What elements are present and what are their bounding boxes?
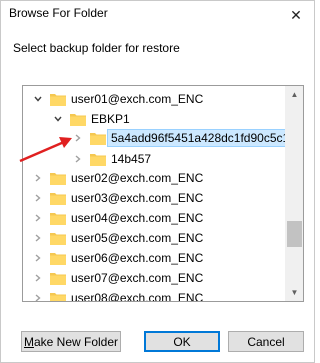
folder-icon xyxy=(50,211,66,225)
tree-item-user07[interactable]: user07@exch.com_ENC xyxy=(31,267,203,289)
folder-icon xyxy=(50,92,66,106)
browse-for-folder-dialog: Browse For Folder ✕ Select backup folder… xyxy=(0,0,315,363)
tree-item-user06[interactable]: user06@exch.com_ENC xyxy=(31,247,203,269)
tree-item-label: user01@exch.com_ENC xyxy=(71,92,204,106)
folder-icon xyxy=(90,152,106,166)
cancel-label: Cancel xyxy=(247,334,285,349)
tree-item-label: user04@exch.com_ENC xyxy=(71,211,204,225)
make-new-folder-label: Make New Folder xyxy=(23,334,119,349)
tree-item-user05[interactable]: user05@exch.com_ENC xyxy=(31,227,203,249)
chevron-down-icon[interactable] xyxy=(31,92,45,106)
tree-item-user01[interactable]: user01@exch.com_ENC xyxy=(31,88,203,110)
tree-item-user08[interactable]: user08@exch.com_ENC xyxy=(31,287,204,302)
tree-item-label: user03@exch.com_ENC xyxy=(71,191,204,205)
make-new-folder-button[interactable]: Make New Folder xyxy=(21,331,121,352)
scrollbar-thumb[interactable] xyxy=(287,221,302,247)
tree-item-label: user08@exch.com_ENC xyxy=(71,291,204,302)
tree-item-label: user02@exch.com_ENC xyxy=(71,171,204,185)
annotation-arrow-icon xyxy=(19,137,72,163)
chevron-right-icon[interactable] xyxy=(31,211,45,225)
chevron-right-icon[interactable] xyxy=(31,251,45,265)
tree-item-label: EBKP1 xyxy=(91,112,130,126)
scroll-up-icon[interactable]: ▲ xyxy=(286,86,303,103)
close-button[interactable]: ✕ xyxy=(278,1,314,29)
folder-icon xyxy=(70,112,86,126)
tree-item-label: user05@exch.com_ENC xyxy=(71,231,204,245)
tree-item-user03[interactable]: user03@exch.com_ENC xyxy=(31,187,203,209)
tree-item-5a4add96[interactable]: 5a4add96f5451a428dc1fd90c5c16 xyxy=(71,127,300,149)
tree-item-label: user07@exch.com_ENC xyxy=(71,271,204,285)
ok-button[interactable]: OK xyxy=(144,331,220,352)
chevron-down-icon[interactable] xyxy=(51,112,65,126)
folder-icon xyxy=(50,271,66,285)
dialog-title: Browse For Folder xyxy=(9,6,108,20)
tree-item-label: 14b457 xyxy=(111,152,152,166)
ok-label: OK xyxy=(173,334,191,349)
instructions-text: Select backup folder for restore xyxy=(13,41,180,55)
folder-icon xyxy=(90,131,106,145)
close-icon: ✕ xyxy=(290,6,302,23)
folder-icon xyxy=(50,171,66,185)
tree-item-user04[interactable]: user04@exch.com_ENC xyxy=(31,207,203,229)
chevron-right-icon[interactable] xyxy=(31,271,45,285)
chevron-right-icon[interactable] xyxy=(31,291,45,301)
folder-icon xyxy=(50,191,66,205)
folder-icon xyxy=(50,291,66,301)
chevron-right-icon[interactable] xyxy=(31,231,45,245)
chevron-right-icon[interactable] xyxy=(31,191,45,205)
tree-item-label: 5a4add96f5451a428dc1fd90c5c16 xyxy=(107,129,300,147)
tree-item-user02[interactable]: user02@exch.com_ENC xyxy=(31,167,203,189)
folder-tree[interactable]: user01@exch.com_ENC EBKP1 5a4add96f5451a… xyxy=(22,85,304,302)
cancel-button[interactable]: Cancel xyxy=(228,331,304,352)
folder-icon xyxy=(50,231,66,245)
tree-item-label: user06@exch.com_ENC xyxy=(71,251,204,265)
vertical-scrollbar[interactable]: ▲ ▼ xyxy=(285,86,303,301)
title-bar[interactable]: Browse For Folder ✕ xyxy=(1,1,314,29)
scroll-down-icon[interactable]: ▼ xyxy=(286,284,303,301)
folder-icon xyxy=(50,251,66,265)
chevron-right-icon[interactable] xyxy=(31,171,45,185)
